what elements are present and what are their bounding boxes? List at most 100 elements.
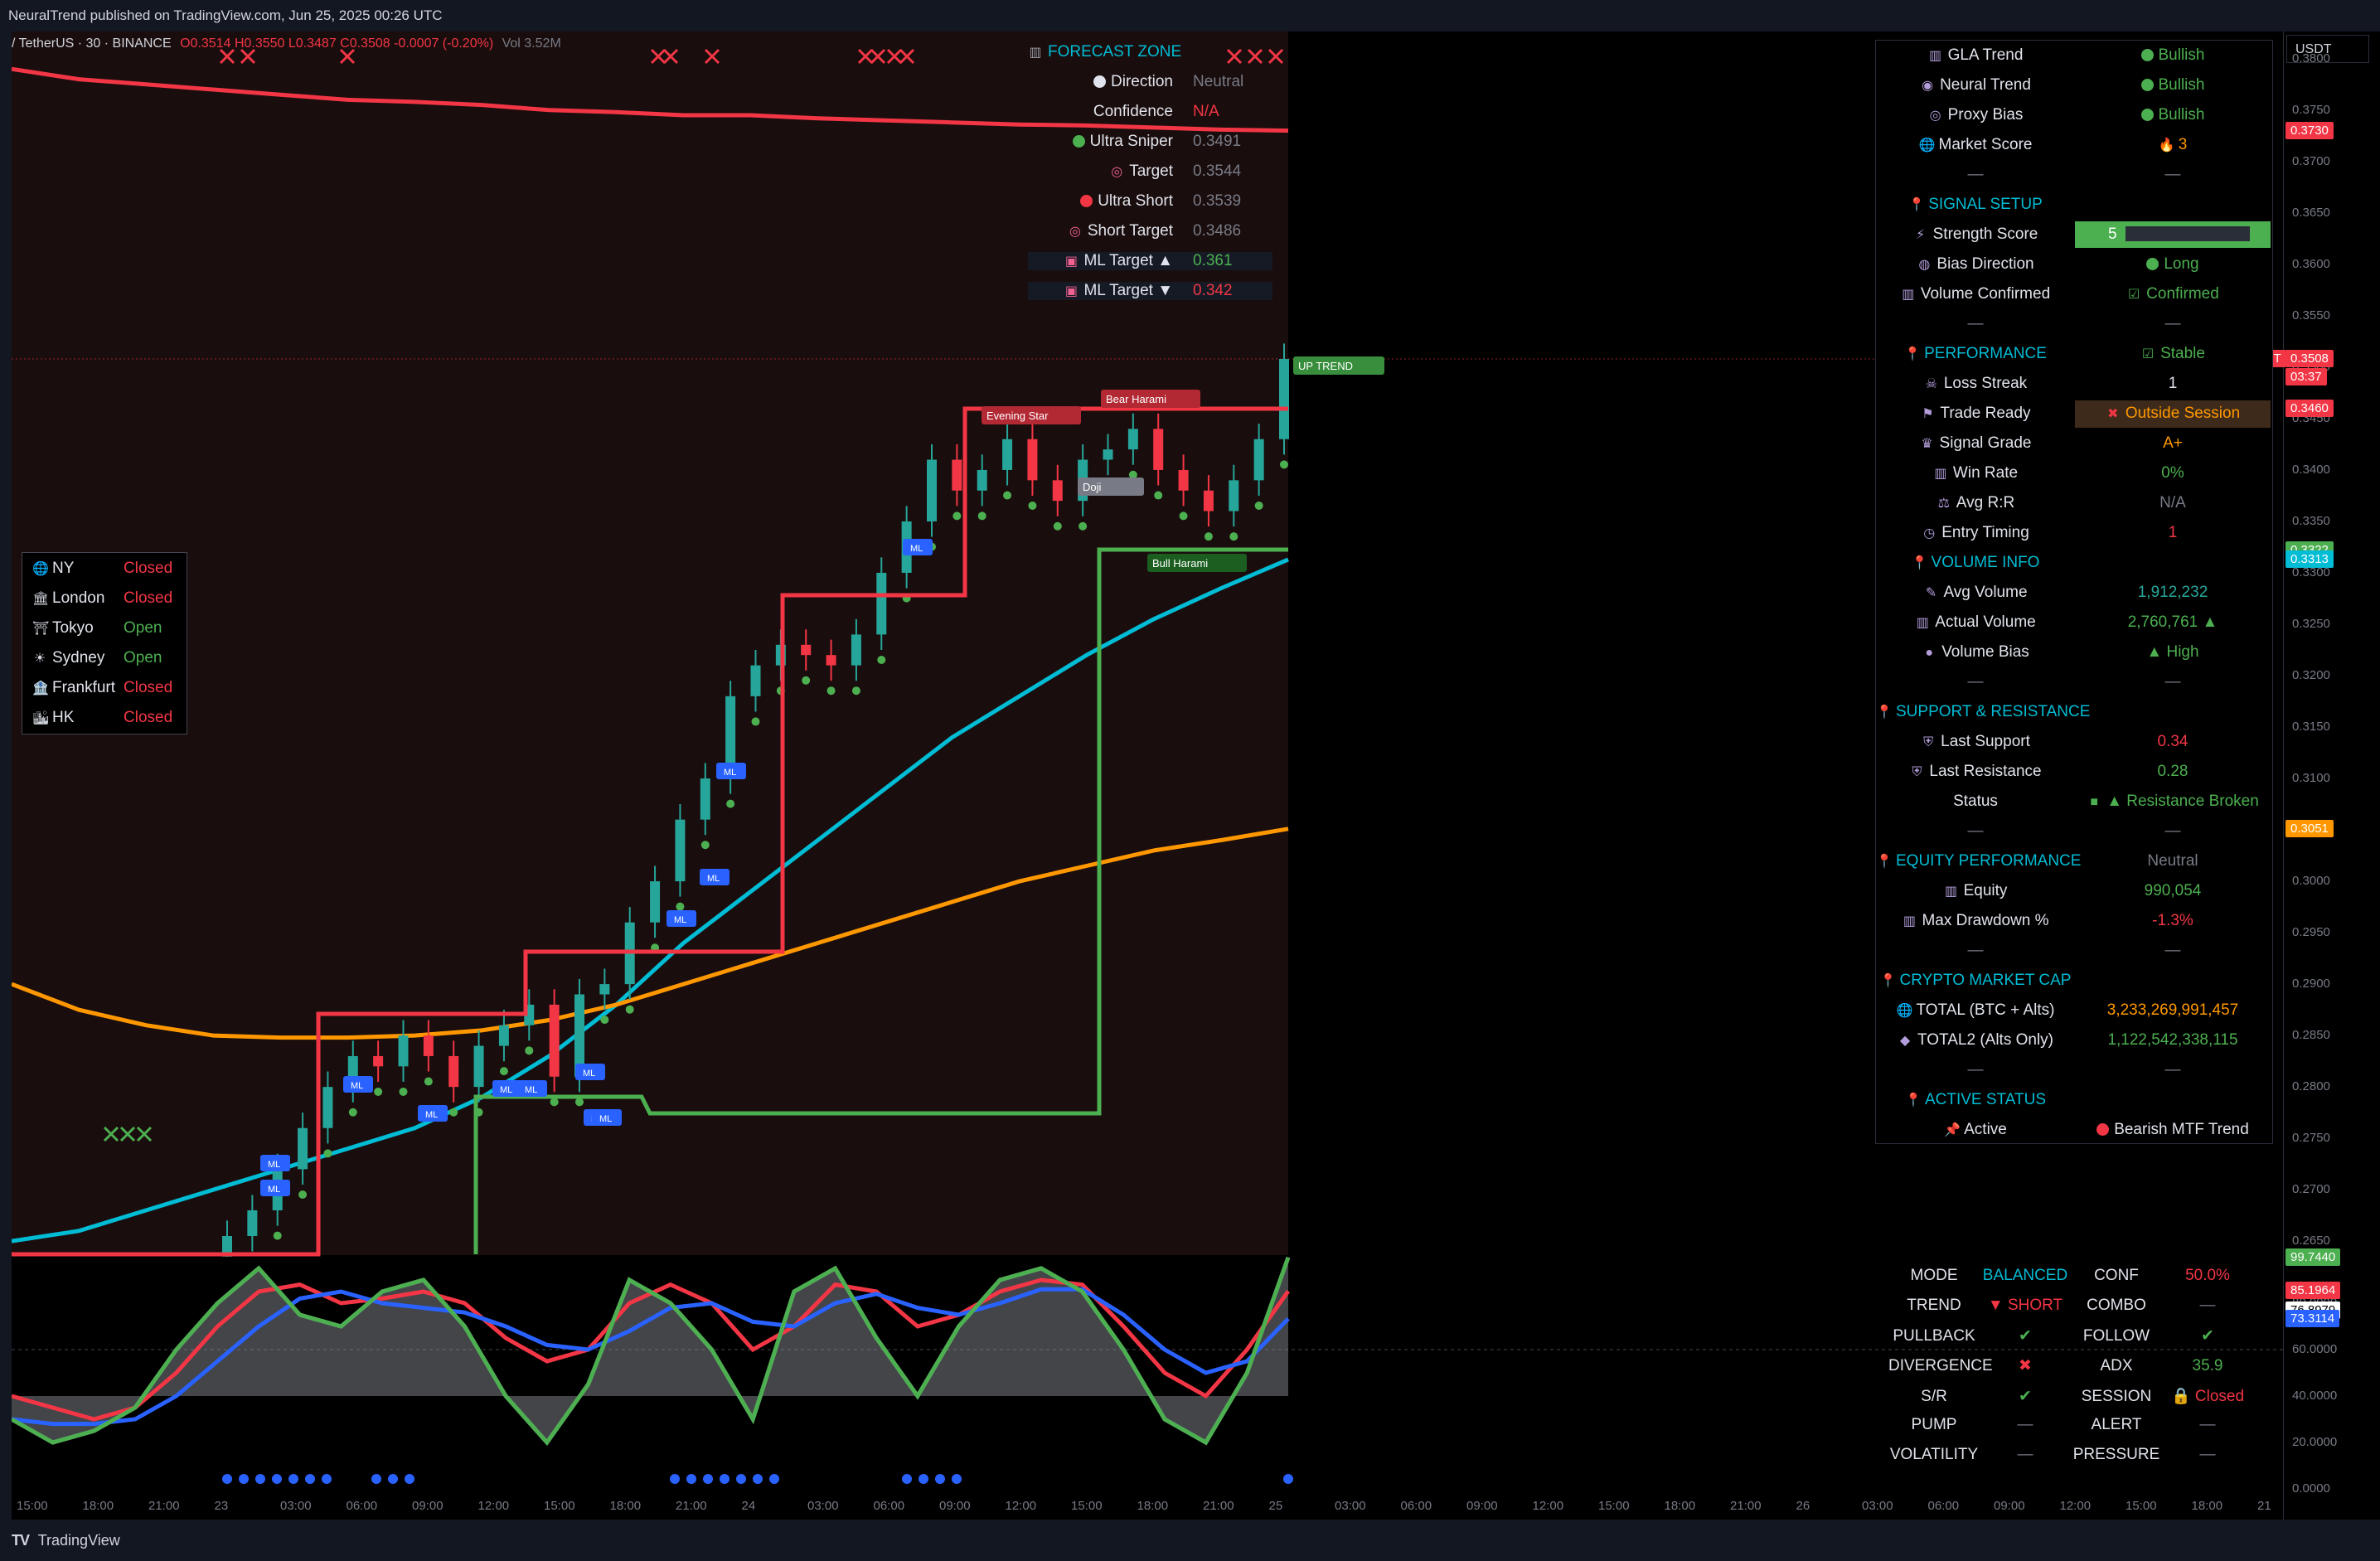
globe-icon: 🌐 — [1918, 138, 1936, 153]
dashboard-value: — — [2164, 1061, 2181, 1079]
dashboard-value-wrap: -1.3% — [2075, 908, 2271, 934]
dashboard-label-wrap: ▥ Win Rate — [1876, 460, 2075, 487]
dashboard-value-wrap: ✖ Outside Session — [2075, 400, 2271, 428]
forecast-row: Ultra Sniper 0.3491 — [1028, 133, 1272, 151]
session-table: 🌐 NY Closed 🏛 London Closed ⛩ Tokyo Open ☀ Sydney O… — [22, 552, 187, 734]
osc-table-v1: ✔ — [2019, 1327, 2032, 1345]
osc-table-v2: 35.9 — [2192, 1357, 2223, 1374]
dashboard-value: — — [2164, 822, 2181, 840]
forecast-label: ML Target ▼ — [1083, 282, 1173, 299]
dashboard-label: Volume Bias — [1941, 643, 2029, 661]
ohlc-values: O0.3514 H0.3550 L0.3487 C0.3508 -0.0007 … — [180, 36, 494, 51]
pin-icon: 📍 — [1911, 556, 1928, 570]
session-row: 🌐 NY Closed — [32, 560, 172, 578]
support-dot — [877, 656, 886, 664]
dashboard-value-wrap: N/A — [2075, 490, 2271, 516]
osc-tick: 60.0000 — [2292, 1342, 2338, 1356]
pin-icon: 📍 — [1904, 1093, 1922, 1108]
candle-body — [876, 572, 887, 635]
dashboard-label: — — [1967, 315, 1984, 332]
support-dot — [348, 1108, 357, 1117]
dashboard-row: ▥ Max Drawdown % -1.3% — [1876, 908, 2271, 934]
symbol-name[interactable]: / TetherUS · 30 · BINANCE — [12, 36, 172, 51]
dashboard-label: TOTAL (BTC + Alts) — [1916, 1001, 2055, 1019]
osc-table-k1: TREND — [1907, 1297, 1961, 1314]
pen-icon: ✎ — [1925, 586, 1937, 600]
support-dot — [1179, 511, 1188, 521]
osc-signal-dot — [736, 1474, 746, 1484]
support-dot — [1229, 532, 1238, 541]
ml-signal-label: ML — [707, 874, 720, 884]
evening-star-label: Evening Star — [986, 410, 1049, 422]
status-dot-icon — [2140, 49, 2154, 61]
dashboard-value: 0.34 — [2157, 733, 2189, 750]
currency-selector[interactable]: USDT — [2286, 35, 2369, 63]
dashboard-value-wrap: 0.28 — [2075, 759, 2271, 785]
target-icon: ◎ — [1069, 225, 1081, 239]
chart-icon: ▥ — [1929, 49, 1942, 63]
dashboard-label: — — [1967, 1061, 1984, 1079]
dashboard-row: ▥ GLA Trend Bullish — [1876, 42, 2271, 69]
dashboard-label: Last Resistance — [1929, 763, 2042, 780]
price-label-0: 0.3730 — [2285, 121, 2334, 139]
candle-body — [700, 778, 710, 820]
dashboard-label-wrap: — — [1876, 818, 2075, 845]
price-tick: 0.3600 — [2292, 256, 2330, 271]
dashboard-row: 📍 PERFORMANCE ☑ Stable — [1876, 341, 2271, 367]
support-dot — [977, 511, 986, 521]
dashboard-value: ▲ Resistance Broken — [2106, 793, 2259, 810]
dashboard-row: — — — [1876, 1057, 2271, 1083]
candle-body — [952, 459, 962, 491]
dashboard-row: Status ■ ▲ Resistance Broken — [1876, 788, 2271, 815]
bear-harami-label: Bear Harami — [1106, 393, 1166, 405]
price-axis[interactable]: 0.38000.37500.37000.36500.36000.35500.35… — [2234, 32, 2380, 1520]
section-title: ACTIVE STATUS — [1924, 1091, 2047, 1108]
dashboard-label: GLA Trend — [1947, 46, 2024, 64]
ml-signal-label: ML — [583, 1069, 595, 1079]
pin-icon: 📍 — [1908, 198, 1926, 212]
support-dot — [323, 1149, 332, 1158]
osc-table-k2: PRESSURE — [2072, 1446, 2160, 1463]
pin-icon: 📌 — [1944, 1123, 1961, 1137]
tradingview-logo-icon[interactable]: TV — [12, 1532, 30, 1549]
support-dot — [1079, 521, 1088, 531]
price-tick: 0.3350 — [2292, 513, 2330, 528]
osc-table-v1: ▼ SHORT — [1987, 1297, 2063, 1314]
time-tick: 09:00 — [412, 1499, 444, 1513]
dashboard-row: ☠ Loss Streak 1 — [1876, 371, 2271, 397]
compass-icon: ◍ — [1918, 258, 1931, 272]
dashboard-value: Confirmed — [2146, 285, 2219, 303]
forecast-row: ▣ ML Target ▼ 0.342 — [1028, 282, 1272, 300]
symbol-header[interactable]: / TetherUS · 30 · BINANCE O0.3514 H0.355… — [12, 36, 561, 51]
dashboard-value-wrap: 0.34 — [2075, 729, 2271, 755]
candle-body — [473, 1045, 484, 1088]
dashboard-value-wrap: 🔥 3 — [2075, 132, 2271, 159]
session-status: Closed — [124, 709, 173, 726]
osc-signal-dot — [919, 1474, 928, 1484]
check-icon: ☑ — [2128, 288, 2140, 302]
dashboard-row: ⛨ Last Resistance 0.28 — [1876, 759, 2271, 785]
red-dot-icon — [1080, 195, 1093, 207]
brand-name[interactable]: TradingView — [38, 1532, 120, 1549]
dashboard-row: 📍 SIGNAL SETUP — [1876, 191, 2271, 218]
dashboard-value: Long — [2164, 255, 2199, 273]
dashboard-label-wrap: ▥ Equity — [1876, 878, 2075, 905]
forecast-row: ◎ Short Target 0.3486 — [1028, 222, 1272, 240]
time-axis[interactable]: 15:00 18:00 21:00 23 03:00 06:00 09:00 12:00 15:… — [12, 1492, 2283, 1520]
dashboard-value-wrap: 2,760,761 ▲ — [2075, 609, 2271, 636]
dashboard-label-wrap: ● Volume Bias — [1876, 639, 2075, 667]
flag-icon: ⚑ — [1922, 407, 1934, 421]
session-name: Sydney — [52, 649, 105, 667]
dashboard-value-wrap: 1,912,232 — [2075, 579, 2271, 606]
dashboard-label-wrap: ▥ Max Drawdown % — [1876, 908, 2075, 935]
dashboard-value: A+ — [2163, 434, 2183, 452]
ml-icon: ▣ — [1064, 284, 1079, 298]
time-tick: 12:00 — [1005, 1499, 1037, 1513]
dashboard-row: — — — [1876, 818, 2271, 845]
price-label-3: 03:37 — [2285, 368, 2327, 386]
dashboard-value-wrap: 0% — [2075, 460, 2271, 487]
chart-icon: ▥ — [1903, 914, 1916, 928]
osc-signal-dot — [388, 1474, 398, 1484]
candle-body — [1229, 480, 1239, 511]
forecast-label-wrap: Ultra Short — [1028, 192, 1173, 211]
